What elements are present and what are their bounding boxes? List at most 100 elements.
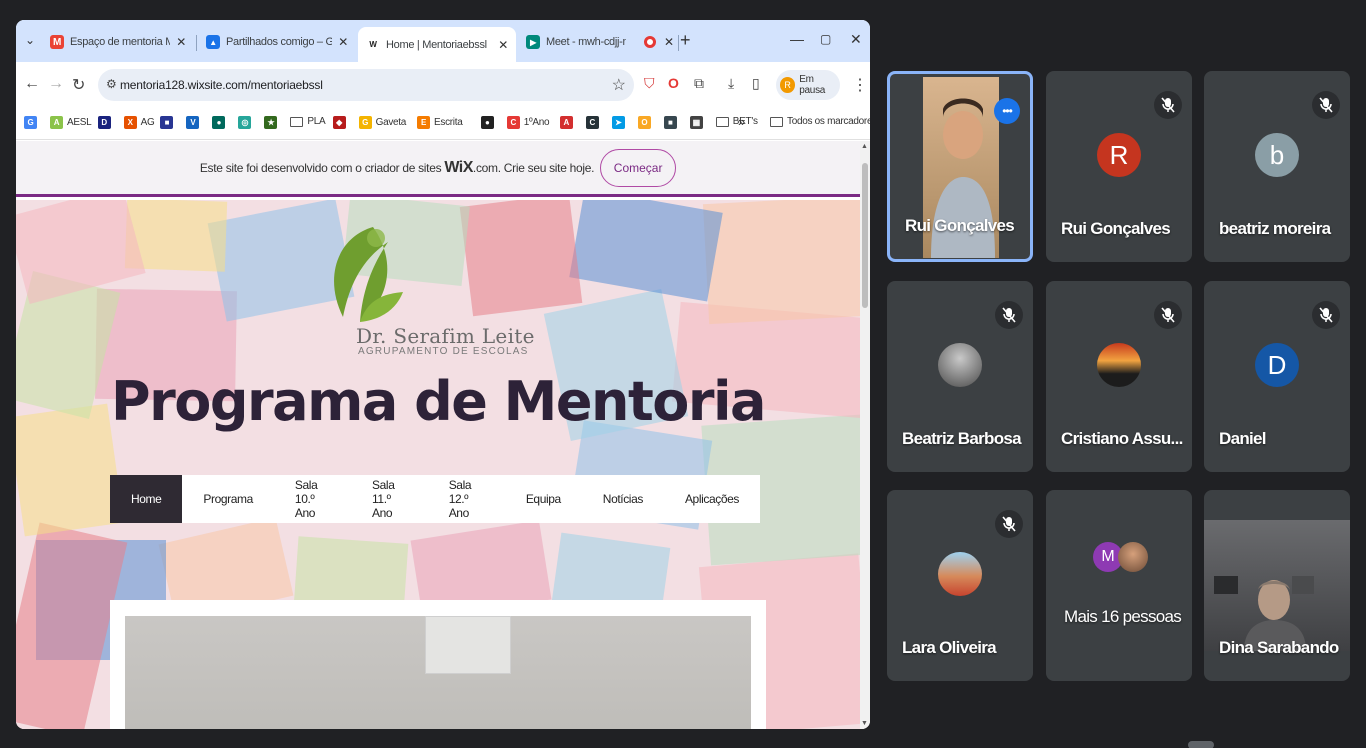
bookmark-item[interactable]: PLA (290, 116, 326, 127)
participant-name: Daniel (1219, 429, 1267, 448)
back-button[interactable]: ← (24, 75, 40, 93)
new-tab-button[interactable]: + (680, 30, 691, 51)
nav-item[interactable]: Sala 10.º Ano (274, 475, 351, 523)
participant-tile[interactable]: D Daniel (1204, 281, 1350, 472)
nav-item[interactable]: Sala 12.º Ano (428, 475, 505, 523)
scrollbar-thumb[interactable] (862, 163, 868, 308)
bookmark-item[interactable]: ■ (663, 116, 681, 129)
bookmark-favicon-icon: E (417, 116, 430, 129)
bookmark-item[interactable]: ▦ (689, 116, 707, 129)
side-panel-icon[interactable]: ▯ (752, 75, 760, 92)
nav-item[interactable]: Equipa (505, 475, 582, 523)
participant-tile[interactable]: Dina Sarabando (1204, 490, 1350, 681)
nav-item[interactable]: Aplicações (664, 475, 760, 523)
opera-icon[interactable]: O (668, 75, 679, 91)
bookmark-label: Gaveta (375, 117, 407, 128)
bookmark-favicon-icon: ◎ (238, 116, 252, 129)
bookmark-item[interactable]: E Escrita (417, 116, 463, 129)
participant-tile[interactable]: R Rui Gonçalves (1046, 71, 1192, 262)
bookmark-item[interactable]: ● (480, 116, 498, 129)
mic-off-icon (995, 301, 1023, 329)
address-bar[interactable]: ⚙ mentoria128.wixsite.com/mentoriaebssl … (98, 69, 634, 101)
site-info-icon[interactable]: ⚙ (106, 77, 117, 91)
nav-item[interactable]: Programa (182, 475, 274, 523)
school-logo: Dr. Serafim Leite AGRUPAMENTO DE ESCOLAS (318, 222, 534, 362)
tab-meet[interactable]: ▶ Meet - mwh-cdjj-npr (518, 27, 634, 57)
all-bookmarks-button[interactable]: Todos os marcadores (770, 116, 870, 127)
bookmark-item[interactable]: O (637, 116, 655, 129)
participant-tile[interactable]: b beatriz moreira (1204, 71, 1350, 262)
adblock-shield-icon[interactable]: ⛉ (644, 75, 655, 92)
participant-tile[interactable]: M Mais 16 pessoas (1046, 490, 1192, 681)
bookmark-favicon-icon: C (585, 116, 599, 129)
avatar (1097, 343, 1141, 387)
forward-button[interactable]: → (48, 75, 64, 93)
record-icon (644, 36, 656, 48)
extensions-icon[interactable]: ⧉ (694, 75, 704, 92)
tab-search-icon[interactable]: ⌄ (20, 30, 40, 50)
close-tab-icon[interactable]: ✕ (664, 35, 674, 49)
bookmark-item[interactable]: G (24, 116, 41, 129)
page-scrollbar[interactable]: ▲ ▼ (860, 141, 870, 729)
avatar: b (1255, 133, 1299, 177)
classroom-photo (125, 616, 751, 729)
nav-item[interactable]: Home (110, 475, 183, 523)
participant-name: beatriz moreira (1219, 219, 1331, 238)
bookmark-favicon-icon: C (506, 116, 520, 129)
browser-menu-icon[interactable]: ⋮ (852, 75, 868, 95)
bookmark-item[interactable]: C (585, 116, 603, 129)
participant-name: Cristiano Assu... (1061, 429, 1183, 448)
participant-tile[interactable]: ••• Rui Gonçalves (887, 71, 1033, 262)
participant-tile[interactable]: Cristiano Assu... (1046, 281, 1192, 472)
participant-tile[interactable]: Lara Oliveira (887, 490, 1033, 681)
bookmark-label: Escrita (434, 117, 463, 128)
bookmark-item[interactable]: X AG (123, 116, 155, 129)
bookmark-label: BET's (732, 116, 758, 127)
tab-strip: ⌄ M Espaço de mentoria Mini Site - ✕ ▲ P… (16, 20, 870, 62)
maximize-button[interactable]: ▢ (820, 32, 831, 46)
bookmark-item[interactable]: ★ (264, 116, 281, 129)
bookmark-item[interactable]: ◆ (332, 116, 350, 129)
bookmark-item[interactable]: ● (212, 116, 229, 129)
nav-item[interactable]: Notícias (582, 475, 664, 523)
participant-tile[interactable]: Beatriz Barbosa (887, 281, 1033, 472)
browser-window: ⌄ M Espaço de mentoria Mini Site - ✕ ▲ P… (16, 20, 870, 729)
bookmark-item[interactable]: D (97, 116, 115, 129)
bookmark-item[interactable]: V (186, 116, 203, 129)
download-icon[interactable]: ⤓ (728, 75, 734, 92)
bookmark-favicon-icon: ● (212, 116, 226, 129)
nav-item[interactable]: Sala 11.º Ano (351, 475, 428, 523)
web-page: Este site foi desenvolvido com o criador… (16, 141, 870, 729)
tab-mentoria[interactable]: W Home | Mentoriaebssl ✕ (358, 27, 516, 62)
close-window-button[interactable]: ✕ (850, 31, 862, 48)
background-patch (569, 200, 723, 302)
minimize-button[interactable]: — (790, 31, 804, 47)
close-tab-icon[interactable]: ✕ (176, 35, 186, 49)
bookmark-favicon-icon: ■ (663, 116, 677, 129)
browser-toolbar: ← → ↻ ⚙ mentoria128.wixsite.com/mentoria… (16, 62, 870, 108)
bookmark-item[interactable]: ➤ (611, 116, 629, 129)
bookmark-item[interactable]: A AESL (50, 116, 92, 129)
more-options-icon[interactable]: ••• (994, 98, 1020, 124)
bookmark-item[interactable]: ◎ (238, 116, 255, 129)
bookmark-star-icon[interactable]: ☆ (612, 75, 626, 95)
grid-scroll-indicator[interactable] (1188, 741, 1214, 748)
tab-label: Espaço de mentoria Mini Site - (70, 36, 171, 48)
bookmark-item[interactable]: A (559, 116, 577, 129)
mic-off-icon (995, 510, 1023, 538)
tab-drive[interactable]: ▲ Partilhados comigo – Google D ✕ (198, 27, 356, 57)
bookmark-item[interactable]: ■ (160, 116, 177, 129)
bookmark-item[interactable]: G Gaveta (358, 116, 407, 129)
bookmarks-overflow-button[interactable]: » (738, 114, 745, 129)
tab-recording[interactable]: ✕ (636, 27, 678, 57)
bookmark-item[interactable]: BET's (715, 116, 758, 127)
profile-button[interactable]: R Em pausa (776, 70, 840, 100)
close-tab-icon[interactable]: ✕ (498, 38, 508, 52)
reload-button[interactable]: ↻ (72, 75, 85, 95)
profile-status: Em pausa (799, 74, 826, 96)
start-button[interactable]: Começar (600, 148, 677, 187)
close-tab-icon[interactable]: ✕ (338, 35, 348, 49)
bookmark-label: PLA (307, 116, 326, 127)
bookmark-item[interactable]: C 1ºAno (506, 116, 550, 129)
tab-gmail[interactable]: M Espaço de mentoria Mini Site - ✕ (42, 27, 194, 57)
